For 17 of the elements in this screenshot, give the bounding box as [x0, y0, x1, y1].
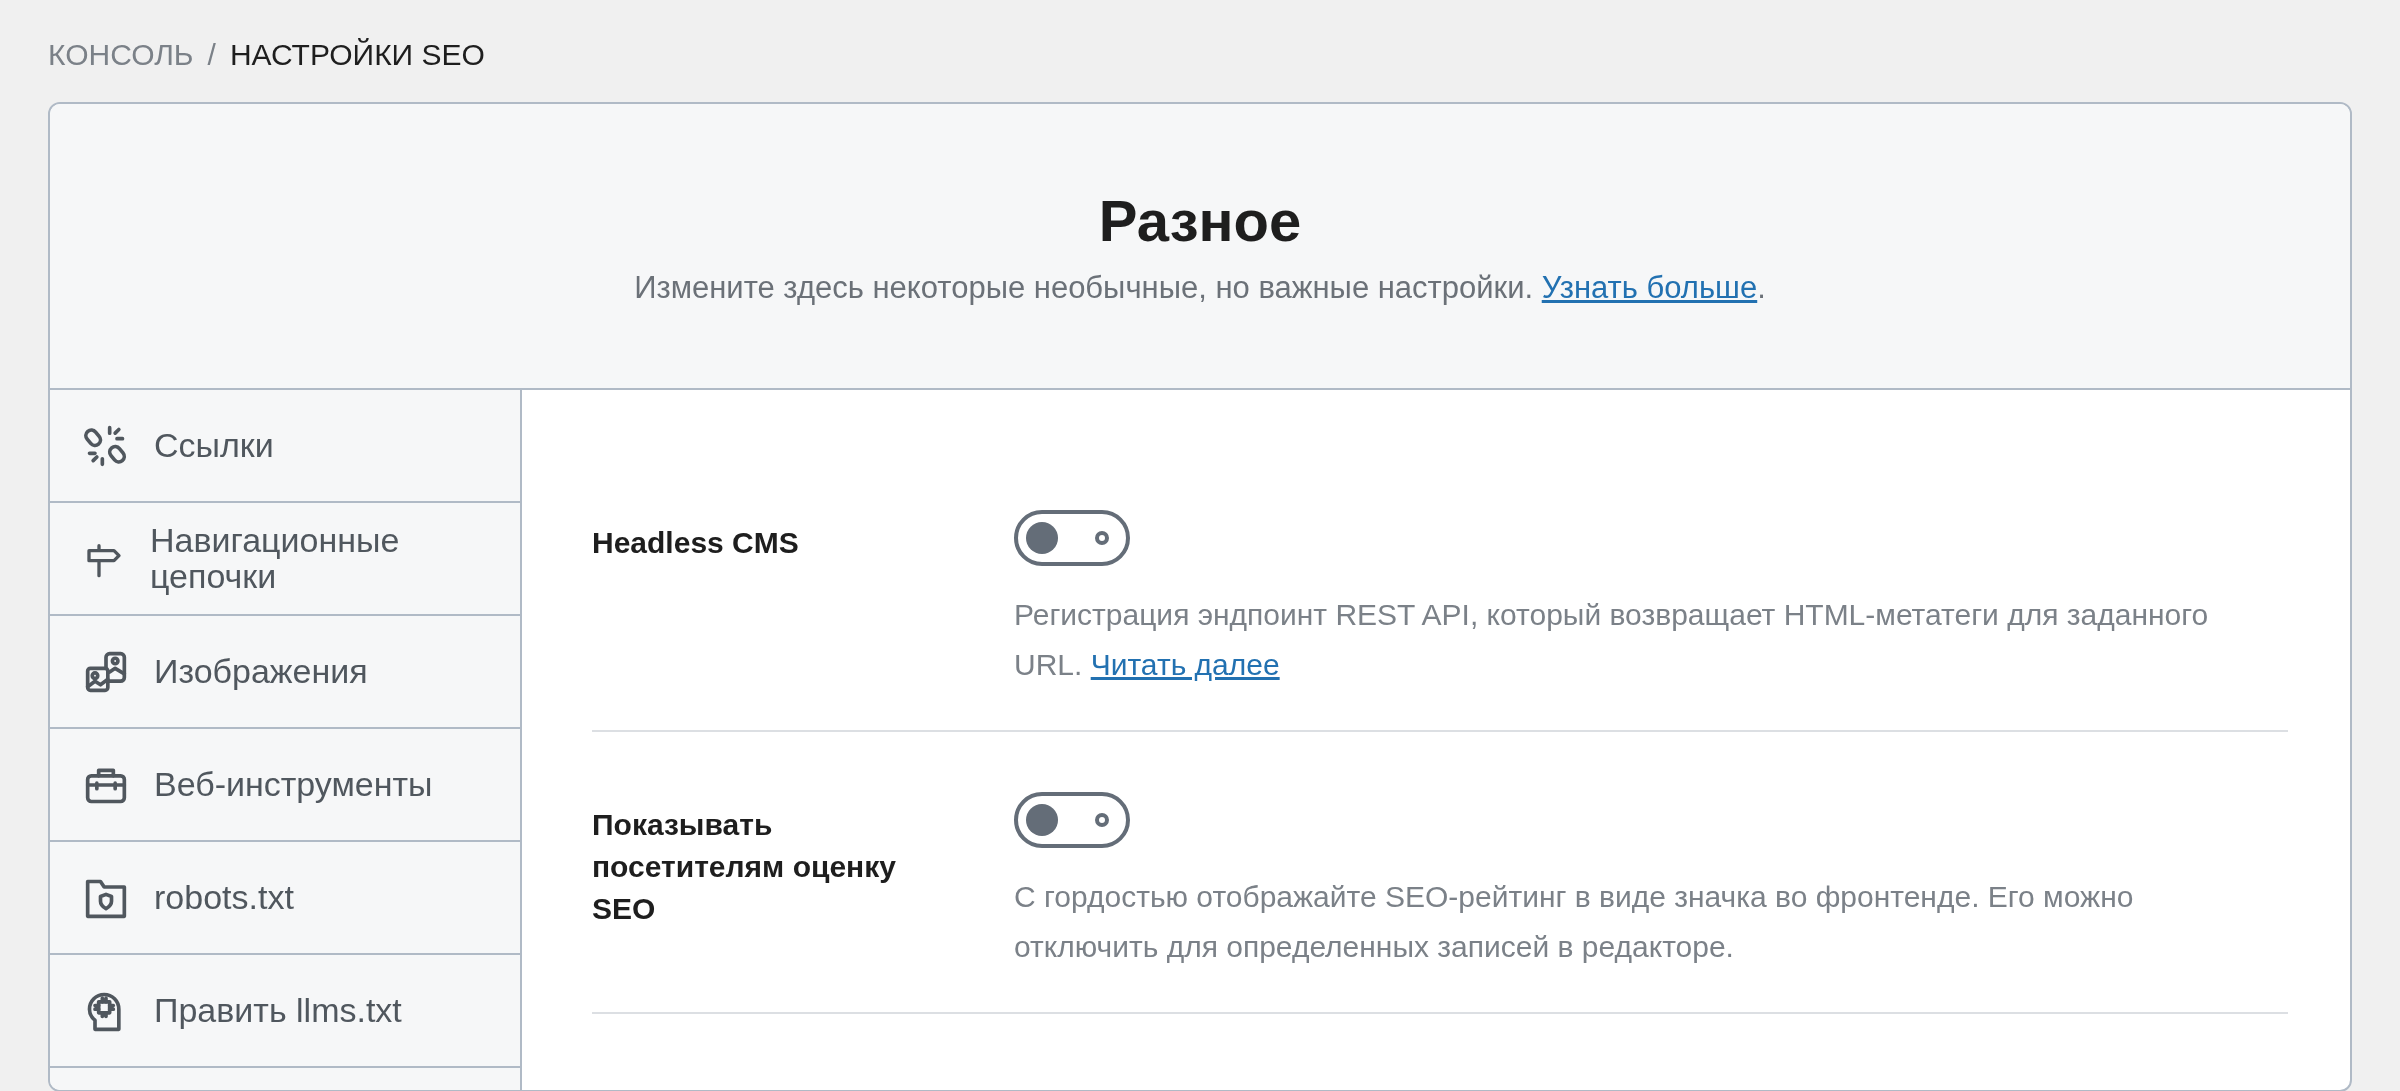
sidebar-item[interactable]: robots.txt [50, 842, 520, 955]
page-subtitle: Измените здесь некоторые необычные, но важные настройки. Узнать больше. [634, 269, 1766, 306]
setting-description: Регистрация эндпоинт REST API, который возвращает HTML-метатеги для заданного URL. Читать далее [1014, 597, 2210, 683]
setting-description: С гордостью отображайте SEO-рейтинг в виде значка во фронтенде. Его можно отключить для определенных записей в редакторе. [1014, 879, 2135, 965]
learn-more-link[interactable]: Узнать больше [1541, 269, 1758, 305]
breadcrumb-separator: / [207, 38, 216, 72]
sidebar-item[interactable]: Ссылки [50, 390, 520, 503]
page-title: Разное [1098, 186, 1302, 254]
sidebar-item[interactable]: Навигационные цепочки [50, 503, 520, 616]
breadcrumb-current: НАСТРОЙКИ SEO [229, 38, 485, 72]
sidebar-item[interactable]: Изображения [50, 616, 520, 729]
sidebar-item[interactable]: Веб-инструменты [50, 729, 520, 842]
setting-label: Headless CMS [592, 525, 800, 561]
sidebar-item[interactable]: Править llms.txt [50, 955, 520, 1068]
read-more-link[interactable]: Читать далее [1090, 648, 1280, 681]
breadcrumb-link[interactable]: КОНСОЛЬ [48, 38, 194, 72]
setting-label: Показывать посетителям оценку SEO [592, 807, 897, 927]
